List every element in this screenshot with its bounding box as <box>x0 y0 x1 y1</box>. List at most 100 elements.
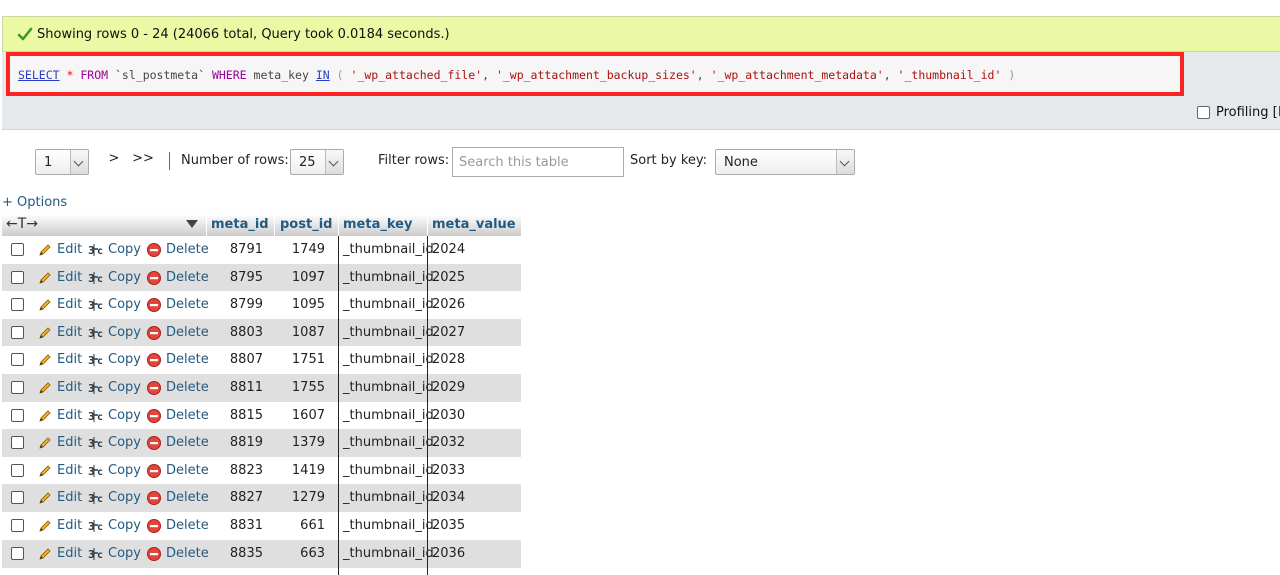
delete-icon[interactable] <box>146 435 162 451</box>
copy-link[interactable]: Copy <box>108 463 141 478</box>
edit-link[interactable]: Edit <box>57 242 82 257</box>
delete-icon[interactable] <box>146 408 162 424</box>
column-header-meta-value[interactable]: meta_value <box>428 214 521 236</box>
delete-link[interactable]: Delete <box>166 325 209 340</box>
table-row[interactable]: Edit 3 c Copy Delete 8823 1419 _thumbnail_id 203… <box>2 456 521 485</box>
pencil-icon[interactable] <box>37 546 53 562</box>
pencil-icon[interactable] <box>37 380 53 396</box>
column-arrows-control[interactable]: ←T→ <box>6 216 38 232</box>
copy-link[interactable]: Copy <box>108 297 141 312</box>
delete-icon[interactable] <box>146 518 162 534</box>
column-header-meta-key[interactable]: meta_key <box>339 214 427 236</box>
copy-icon[interactable]: 3c <box>88 435 104 451</box>
row-checkbox[interactable] <box>11 491 24 505</box>
column-header-meta-id[interactable]: meta_id <box>207 214 274 236</box>
delete-link[interactable]: Delete <box>166 463 209 478</box>
row-checkbox[interactable] <box>11 463 24 477</box>
copy-link[interactable]: Copy <box>108 325 141 340</box>
delete-icon[interactable] <box>146 325 162 341</box>
delete-icon[interactable] <box>146 270 162 286</box>
options-link[interactable]: + Options <box>2 195 67 210</box>
edit-link[interactable]: Edit <box>57 518 82 533</box>
pencil-icon[interactable] <box>37 518 53 534</box>
table-row[interactable]: Edit 3 c Copy Delete 8799 1095 _thumbnail_id 202… <box>2 291 521 320</box>
delete-icon[interactable] <box>146 352 162 368</box>
pencil-icon[interactable] <box>37 270 53 286</box>
page-select[interactable]: 1 <box>35 149 89 175</box>
delete-icon[interactable] <box>146 242 162 258</box>
copy-icon[interactable]: 3c <box>88 490 104 506</box>
row-checkbox[interactable] <box>11 270 24 284</box>
edit-link[interactable]: Edit <box>57 380 82 395</box>
pencil-icon[interactable] <box>37 490 53 506</box>
row-checkbox[interactable] <box>11 353 24 367</box>
copy-icon[interactable]: 3c <box>88 270 104 286</box>
edit-link[interactable]: Edit <box>57 325 82 340</box>
copy-icon[interactable]: 3c <box>88 518 104 534</box>
copy-link[interactable]: Copy <box>108 352 141 367</box>
sql-query-box[interactable]: SELECT * FROM `sl_postmeta` WHERE meta_k… <box>6 52 1184 96</box>
row-checkbox[interactable] <box>11 298 24 312</box>
edit-link[interactable]: Edit <box>57 297 82 312</box>
sort-select[interactable]: None <box>715 149 855 175</box>
column-header-post-id[interactable]: post_id <box>275 214 338 236</box>
delete-link[interactable]: Delete <box>166 380 209 395</box>
row-checkbox[interactable] <box>11 243 24 256</box>
sql-in-keyword[interactable]: IN <box>316 68 330 82</box>
edit-link[interactable]: Edit <box>57 463 82 478</box>
copy-link[interactable]: Copy <box>108 380 141 395</box>
edit-link[interactable]: Edit <box>57 435 82 450</box>
profiling-option[interactable]: Profiling [E <box>1197 103 1280 121</box>
table-row[interactable]: Edit 3 c Copy Delete 8811 1755 _thumbnail_id 202… <box>2 374 521 402</box>
row-checkbox[interactable] <box>11 408 24 422</box>
delete-link[interactable]: Delete <box>166 352 209 367</box>
edit-link[interactable]: Edit <box>57 490 82 505</box>
delete-icon[interactable] <box>146 463 162 479</box>
delete-icon[interactable] <box>146 490 162 506</box>
delete-icon[interactable] <box>146 297 162 313</box>
table-row[interactable]: Edit 3 c Copy Delete 8815 1607 _thumbnail_id 203… <box>2 401 521 430</box>
sort-down-icon[interactable] <box>186 219 198 229</box>
delete-link[interactable]: Delete <box>166 435 209 450</box>
row-checkbox[interactable] <box>11 381 24 394</box>
table-row[interactable]: Edit 3 c Copy Delete 8835 663 _thumbnail_id 2036 <box>2 539 521 568</box>
row-checkbox[interactable] <box>11 546 24 560</box>
row-checkbox[interactable] <box>11 436 24 450</box>
copy-icon[interactable]: 3c <box>88 297 104 313</box>
row-checkbox[interactable] <box>11 325 24 339</box>
copy-link[interactable]: Copy <box>108 546 141 561</box>
pencil-icon[interactable] <box>37 408 53 424</box>
delete-icon[interactable] <box>146 380 162 396</box>
pencil-icon[interactable] <box>37 297 53 313</box>
copy-icon[interactable]: 3c <box>88 242 104 258</box>
pencil-icon[interactable] <box>37 435 53 451</box>
edit-link[interactable]: Edit <box>57 352 82 367</box>
copy-icon[interactable]: 3c <box>88 408 104 424</box>
table-row[interactable]: Edit 3 c Copy Delete 8791 1749 _thumbnail_id 202… <box>2 236 521 264</box>
filter-search-input[interactable] <box>452 147 624 177</box>
edit-link[interactable]: Edit <box>57 270 82 285</box>
copy-icon[interactable]: 3c <box>88 546 104 562</box>
delete-link[interactable]: Delete <box>166 408 209 423</box>
last-page-button[interactable]: >> <box>128 142 158 176</box>
copy-icon[interactable]: 3c <box>88 325 104 341</box>
delete-link[interactable]: Delete <box>166 242 209 257</box>
copy-link[interactable]: Copy <box>108 270 141 285</box>
copy-link[interactable]: Copy <box>108 518 141 533</box>
edit-link[interactable]: Edit <box>57 546 82 561</box>
next-page-button[interactable]: > <box>100 142 128 176</box>
pencil-icon[interactable] <box>37 352 53 368</box>
delete-link[interactable]: Delete <box>166 490 209 505</box>
sql-select-keyword[interactable]: SELECT <box>18 68 60 82</box>
row-checkbox[interactable] <box>11 519 24 532</box>
delete-link[interactable]: Delete <box>166 270 209 285</box>
table-row[interactable]: Edit 3 c Copy Delete 8831 661 _thumbnail_id 2035 <box>2 512 521 540</box>
table-row[interactable]: Edit 3 c Copy Delete 8803 1087 _thumbnail_id 202… <box>2 318 521 347</box>
table-row[interactable]: Edit 3 c Copy Delete 8827 1279 _thumbnail_id 203… <box>2 484 521 513</box>
table-row[interactable]: Edit 3 c Copy Delete 8795 1097 _thumbnail_id 202… <box>2 263 521 292</box>
delete-link[interactable]: Delete <box>166 546 209 561</box>
edit-link[interactable]: Edit <box>57 408 82 423</box>
profiling-checkbox[interactable] <box>1197 105 1210 119</box>
pencil-icon[interactable] <box>37 325 53 341</box>
copy-icon[interactable]: 3c <box>88 463 104 479</box>
